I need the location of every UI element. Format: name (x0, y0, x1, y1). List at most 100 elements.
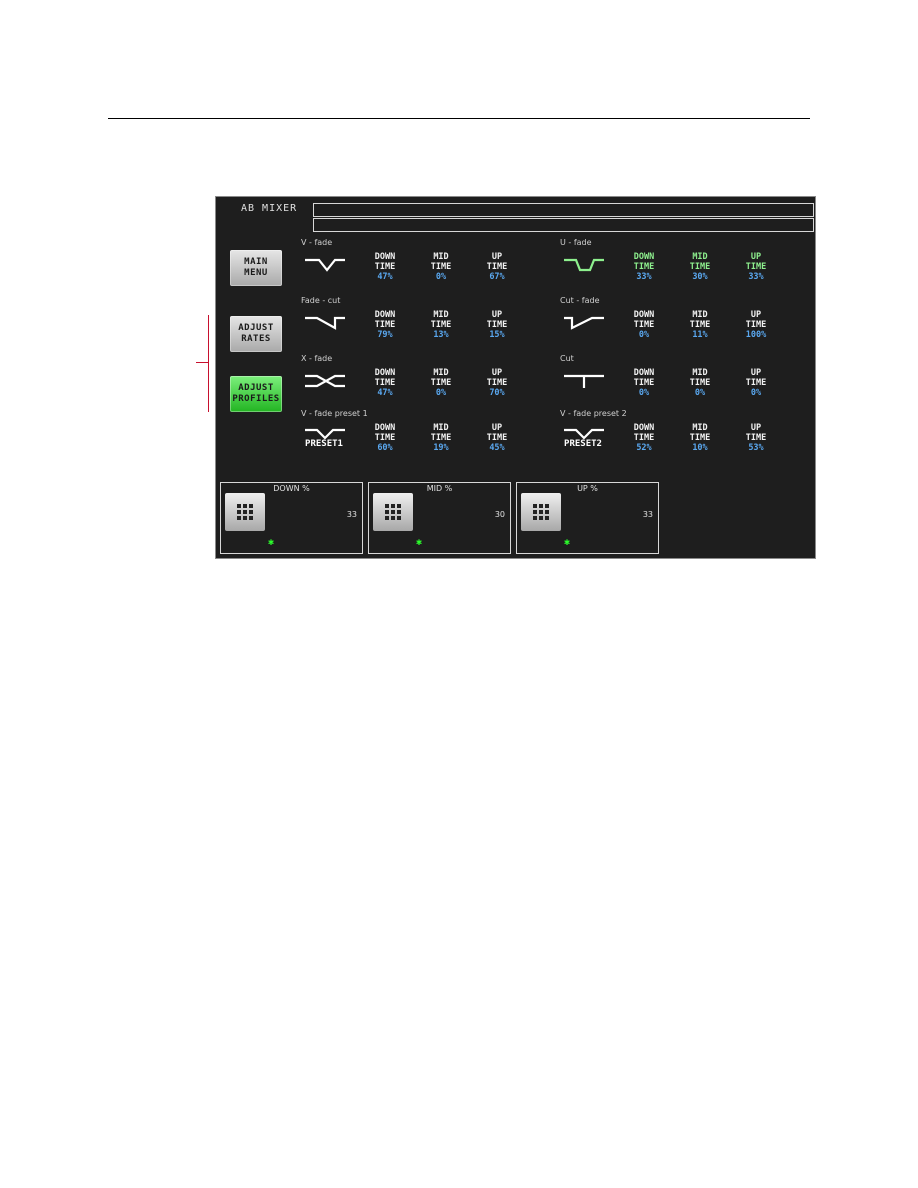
down-time: DOWN TIME 33% (624, 252, 664, 282)
profile-cut-fade[interactable]: Cut - fade DOWN TIME 0% MID TIME 11% UP TIME 1… (560, 296, 810, 351)
button-label: ADJUST (238, 323, 274, 333)
mid-time-value: 0% (435, 272, 447, 282)
up-time-value: 15% (489, 330, 505, 340)
down-time-value: 60% (377, 443, 393, 453)
keypad-label: DOWN % (271, 484, 312, 493)
status-led-icon: ✱ (416, 537, 423, 548)
down-time: DOWN TIME 52% (624, 423, 664, 453)
button-label: MENU (244, 268, 268, 278)
button-label: ADJUST (238, 383, 274, 393)
mid-time: MID TIME 0% (421, 368, 461, 398)
up-time: UP TIME 15% (477, 310, 517, 340)
up-time: UP TIME 45% (477, 423, 517, 453)
adjust-profiles-button[interactable]: ADJUST PROFILES (230, 376, 282, 412)
down-time-value: 79% (377, 330, 393, 340)
profile-cut[interactable]: Cut DOWN TIME 0% MID TIME 0% UP TIME 0% (560, 354, 810, 409)
status-field-1 (313, 203, 814, 217)
keypad-icon[interactable] (521, 493, 561, 531)
profile-name: Cut (560, 354, 574, 363)
profile-x-fade[interactable]: X - fade DOWN TIME 47% MID TIME 0% UP TIME 70% (301, 354, 551, 409)
up-time-value: 53% (748, 443, 764, 453)
up-time: UP TIME 70% (477, 368, 517, 398)
keypad-value: 30 (494, 510, 505, 519)
down-time: DOWN TIME 60% (365, 423, 405, 453)
up-time-value: 0% (750, 388, 762, 398)
profile-name: V - fade preset 2 (560, 409, 627, 418)
button-label: MAIN (244, 257, 268, 267)
callout-bracket (208, 315, 209, 412)
mid-time: MID TIME 0% (680, 368, 720, 398)
mid-time-value: 13% (433, 330, 449, 340)
down-time: DOWN TIME 47% (365, 252, 405, 282)
profile-name: V - fade (301, 238, 333, 247)
v-fade-curve-icon (301, 252, 347, 278)
panel-title: AB MIXER (241, 203, 298, 214)
up-time: UP TIME 100% (736, 310, 776, 340)
up-time: UP TIME 53% (736, 423, 776, 453)
keypad-icon[interactable] (373, 493, 413, 531)
profile-v-fade[interactable]: V - fade DOWN TIME 47% MID TIME 0% UP TIME 67% (301, 238, 551, 293)
keypad-value: 33 (346, 510, 357, 519)
mid-time-value: 19% (433, 443, 449, 453)
up-time-value: 67% (489, 272, 505, 282)
down-time-value: 47% (377, 388, 393, 398)
mid-time: MID TIME 0% (421, 252, 461, 282)
preset-label: PRESET2 (564, 439, 602, 449)
down-time-value: 33% (636, 272, 652, 282)
x-fade-curve-icon (301, 368, 347, 394)
button-label: PROFILES (232, 394, 280, 404)
down-time-value: 0% (638, 388, 650, 398)
mid-time: MID TIME 19% (421, 423, 461, 453)
profile-name: X - fade (301, 354, 333, 363)
mid-time-value: 0% (694, 388, 706, 398)
profile-v-fade-preset-1[interactable]: V - fade preset 1 PRESET1 DOWN TIME 60% MI… (301, 409, 551, 464)
mid-percent-keypad-group: MID % 30 ✱ (368, 482, 511, 554)
callout-leader-line (196, 362, 209, 363)
cut-fade-curve-icon (560, 310, 606, 336)
profile-name: Fade - cut (301, 296, 341, 305)
keypad-label: MID % (424, 484, 455, 493)
up-time-value: 70% (489, 388, 505, 398)
status-led-icon: ✱ (268, 537, 275, 548)
up-time: UP TIME 33% (736, 252, 776, 282)
keypad-icon[interactable] (225, 493, 265, 531)
down-time-value: 52% (636, 443, 652, 453)
up-time-value: 33% (748, 272, 764, 282)
u-fade-curve-icon (560, 252, 606, 278)
profile-name: V - fade preset 1 (301, 409, 368, 418)
down-time-value: 0% (638, 330, 650, 340)
cut-curve-icon (560, 368, 606, 394)
down-time-value: 47% (377, 272, 393, 282)
mid-time: MID TIME 10% (680, 423, 720, 453)
up-time: UP TIME 67% (477, 252, 517, 282)
mid-time: MID TIME 13% (421, 310, 461, 340)
profile-name: U - fade (560, 238, 592, 247)
up-time-value: 45% (489, 443, 505, 453)
profile-v-fade-preset-2[interactable]: V - fade preset 2 PRESET2 DOWN TIME 52% MI… (560, 409, 810, 464)
down-time: DOWN TIME 0% (624, 368, 664, 398)
mid-time: MID TIME 30% (680, 252, 720, 282)
mid-time-value: 10% (692, 443, 708, 453)
page-header-rule (108, 118, 810, 119)
profile-fade-cut[interactable]: Fade - cut DOWN TIME 79% MID TIME 13% UP TIME… (301, 296, 551, 351)
status-field-2 (313, 218, 814, 232)
up-time: UP TIME 0% (736, 368, 776, 398)
profile-u-fade[interactable]: U - fade DOWN TIME 33% MID TIME 30% UP TIME 33… (560, 238, 810, 293)
keypad-label: UP % (575, 484, 600, 493)
mid-time-value: 0% (435, 388, 447, 398)
down-time: DOWN TIME 47% (365, 368, 405, 398)
mid-time: MID TIME 11% (680, 310, 720, 340)
preset-label: PRESET1 (305, 439, 343, 449)
keypad-value: 33 (642, 510, 653, 519)
mid-time-value: 11% (692, 330, 708, 340)
up-time-value: 100% (745, 330, 767, 340)
down-percent-keypad-group: DOWN % 33 ✱ (220, 482, 363, 554)
up-percent-keypad-group: UP % 33 ✱ (516, 482, 659, 554)
adjust-rates-button[interactable]: ADJUST RATES (230, 316, 282, 352)
mid-time-value: 30% (692, 272, 708, 282)
status-led-icon: ✱ (564, 537, 571, 548)
main-menu-button[interactable]: MAIN MENU (230, 250, 282, 286)
ab-mixer-panel: AB MIXER MAIN MENU ADJUST RATES ADJUST P… (215, 196, 816, 559)
profile-name: Cut - fade (560, 296, 600, 305)
down-time: DOWN TIME 79% (365, 310, 405, 340)
